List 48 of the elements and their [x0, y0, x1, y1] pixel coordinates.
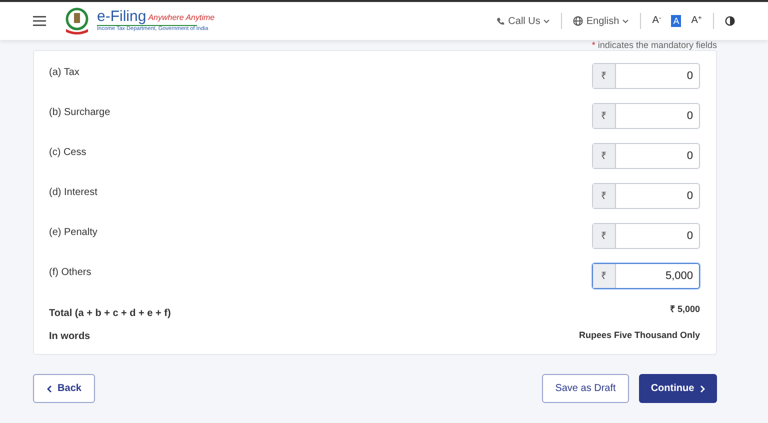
currency-prefix: ₹	[593, 184, 616, 208]
chevron-left-icon	[46, 384, 52, 392]
amount-field[interactable]: ₹ 0	[592, 63, 700, 89]
amount-field[interactable]: ₹ 0	[592, 223, 700, 249]
total-value: ₹ 5,000	[670, 303, 700, 316]
font-size-button[interactable]: A$^{+}$	[691, 15, 702, 27]
amount-field[interactable]: ₹ 0	[592, 183, 700, 209]
mandatory-note: * indicates the mandatory fields	[592, 40, 717, 50]
currency-prefix: ₹	[593, 64, 616, 88]
currency-prefix: ₹	[593, 144, 616, 168]
font-size-button[interactable]: A$^{-}$	[652, 15, 662, 27]
caret-icon	[543, 18, 550, 24]
field-label: (d) Interest	[49, 186, 98, 200]
globe-icon	[573, 16, 584, 26]
currency-prefix: ₹	[593, 224, 616, 248]
amount-field[interactable]: ₹ 5,000	[592, 263, 700, 289]
save-as-draft-button[interactable]: Save as Draft	[542, 374, 629, 403]
field-label: (b) Surcharge	[49, 106, 110, 120]
field-label: (a) Tax	[49, 66, 80, 80]
phone-icon	[496, 16, 506, 26]
amount-value: 0	[686, 188, 694, 204]
emblem-logo-icon[interactable]	[63, 7, 91, 35]
chevron-right-icon	[700, 384, 706, 392]
currency-prefix: ₹	[593, 104, 616, 128]
amount-value: 0	[686, 148, 694, 164]
amount-field[interactable]: ₹ 0	[592, 103, 700, 129]
call-us-dropdown[interactable]: Call Us	[496, 14, 550, 28]
font-size-button[interactable]: A	[671, 15, 682, 27]
contrast-icon[interactable]	[725, 16, 735, 26]
amount-value: 5,000	[664, 268, 694, 284]
field-label: (e) Penalty	[49, 226, 98, 240]
back-button[interactable]: Back	[33, 374, 95, 403]
logo-tagline: Anywhere Anytime	[148, 14, 215, 22]
amount-value: 0	[686, 108, 694, 124]
amount-value: 0	[686, 228, 694, 244]
in-words-value: Rupees Five Thousand Only	[578, 329, 700, 342]
continue-button[interactable]: Continue	[639, 374, 717, 403]
total-label: Total (a + b + c + d + e + f)	[49, 307, 171, 321]
field-label: (c) Cess	[49, 146, 86, 160]
amount-field[interactable]: ₹ 0	[592, 143, 700, 169]
in-words-label: In words	[49, 330, 90, 344]
language-dropdown[interactable]: English	[573, 14, 630, 28]
field-label: (f) Others	[49, 266, 92, 280]
logo-title: e-Filing	[97, 9, 146, 24]
caret-icon	[622, 18, 630, 24]
currency-prefix: ₹	[593, 264, 616, 288]
amount-value: 0	[686, 68, 694, 84]
menu-icon[interactable]	[33, 16, 46, 26]
